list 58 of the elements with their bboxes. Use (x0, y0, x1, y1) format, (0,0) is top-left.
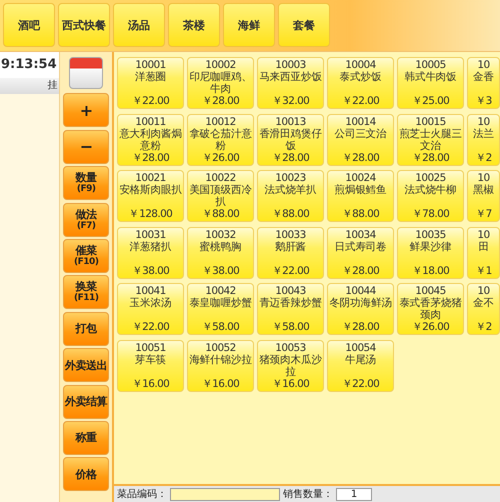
dish-button[interactable]: 10031 洋葱猪扒 ￥38.00 (117, 226, 184, 278)
category-tab[interactable]: 西式快餐 (58, 3, 110, 47)
action-button[interactable]: 价格 (63, 457, 110, 492)
dish-button[interactable]: 10053 猪颈肉木瓜沙拉 ￥16.00 (257, 340, 324, 392)
dish-button[interactable]: 10042 泰皇咖喱炒蟹 ￥58.00 (187, 283, 254, 335)
dish-button[interactable]: 10 金不 ￥2 (467, 283, 500, 335)
dish-button[interactable]: 10043 青迈香辣炒蟹 ￥58.00 (257, 283, 324, 335)
dish-button[interactable]: 10023 法式烧羊扒 ￥88.00 (257, 170, 324, 222)
dish-button[interactable]: 10003 马来西亚炒饭 ￥32.00 (257, 57, 324, 109)
action-button[interactable]: 数量 (F9) (63, 166, 110, 200)
dish-button[interactable]: 10014 公司三文治 ￥28.00 (327, 114, 394, 166)
quantity-field[interactable]: 1 (336, 488, 372, 500)
dish-button[interactable]: 10013 香滑田鸡煲仔饭 ￥28.00 (257, 114, 324, 166)
dish-button[interactable]: 10021 安格斯肉眼扒 ￥128.00 (117, 170, 184, 222)
dish-button[interactable]: 10012 拿破仑茄汁意粉 ￥26.00 (187, 114, 254, 166)
category-tab[interactable]: 茶楼 (168, 3, 220, 47)
action-button[interactable]: 外卖送出 (63, 348, 110, 382)
dish-button[interactable]: 10022 美国顶级西冷扒 ￥88.00 (187, 170, 254, 222)
action-button[interactable]: 做法 (F7) (63, 202, 110, 237)
action-button[interactable]: 称重 (63, 420, 110, 455)
field-label: 菜品编码： (117, 488, 167, 501)
category-tab[interactable]: 酒吧 (3, 3, 55, 47)
dish-button[interactable]: 10024 煎焗银鳕鱼 ￥88.00 (327, 170, 394, 222)
dish-button[interactable]: 10045 泰式香茅烧猪颈肉 ￥26.00 (397, 283, 464, 335)
action-button[interactable]: 催菜 (F10) (63, 238, 110, 273)
action-button[interactable]: 打包 (63, 312, 110, 346)
dish-button[interactable]: 10 法兰 ￥2 (467, 114, 500, 166)
category-tab[interactable]: 汤品 (113, 3, 165, 47)
category-tab[interactable]: 海鲜 (223, 3, 275, 47)
dish-button[interactable]: 10035 鲜果沙律 ￥18.00 (397, 226, 464, 278)
dish-button[interactable]: 10 金香 ￥3 (467, 57, 500, 109)
dish-button[interactable]: 10 田 ￥1 (467, 226, 500, 278)
dish-button[interactable]: 10034 日式寿司卷 ￥28.00 (327, 226, 394, 278)
dish-button[interactable]: 10001 洋葱圈 ￥22.00 (117, 57, 184, 109)
action-button[interactable]: − (63, 130, 110, 164)
dish-button[interactable]: 10004 泰式炒饭 ￥22.00 (327, 57, 394, 109)
clock-time: 9:13:54 (0, 52, 60, 78)
dish-button[interactable]: 10011 意大利肉酱焗意粉 ￥28.00 (117, 114, 184, 166)
dish-button[interactable]: 10032 蜜桃鸭胸 ￥38.00 (187, 226, 254, 278)
action-button[interactable]: + (63, 93, 110, 128)
panel-tab[interactable]: 挂 (0, 78, 60, 94)
dish-button[interactable]: 10041 玉米浓汤 ￥22.00 (117, 283, 184, 335)
dish-button[interactable]: 10051 芽车筷 ￥16.00 (117, 340, 184, 392)
dish-button[interactable]: 10044 冬阴功海鲜汤 ￥28.00 (327, 283, 394, 335)
dish-button[interactable]: 10025 法式烧牛柳 ￥78.00 (397, 170, 464, 222)
dish-button[interactable]: 10 黑椒 ￥7 (467, 170, 500, 222)
dish-button[interactable]: 10054 牛尾汤 ￥22.00 (327, 340, 394, 392)
input-field[interactable] (170, 488, 280, 500)
calendar-icon[interactable] (69, 57, 104, 89)
action-button[interactable]: 外卖结算 (63, 384, 110, 419)
field-label: 销售数量： (283, 488, 333, 501)
dish-button[interactable]: 10002 印尼咖喱鸡、牛肉 ￥28.00 (187, 57, 254, 109)
action-button[interactable]: 换菜 (F11) (63, 275, 110, 310)
dish-button[interactable]: 10015 煎芝士火腿三文治 ￥28.00 (397, 114, 464, 166)
dish-button[interactable]: 10005 韩式牛肉饭 ￥25.00 (397, 57, 464, 109)
dish-button[interactable]: 10052 海鲜什锦沙拉 ￥16.00 (187, 340, 254, 392)
category-tab[interactable]: 套餐 (278, 3, 330, 47)
dish-button[interactable]: 10033 鹅肝酱 ￥22.00 (257, 226, 324, 278)
